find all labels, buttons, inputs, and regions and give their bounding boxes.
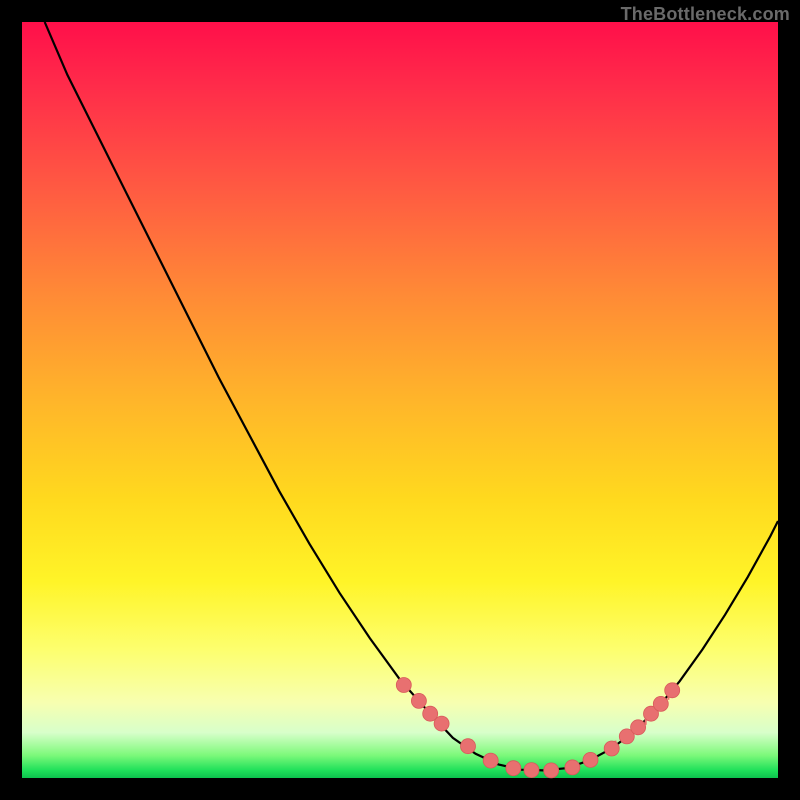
curve-svg (22, 22, 778, 778)
marker-dot (483, 753, 498, 768)
marker-dot (631, 720, 646, 735)
watermark-text: TheBottleneck.com (621, 4, 790, 25)
bottleneck-curve (45, 22, 778, 770)
marker-dot (396, 678, 411, 693)
marker-dot (461, 739, 476, 754)
marker-dots (396, 678, 679, 778)
marker-dot (653, 696, 668, 711)
marker-dot (506, 761, 521, 776)
marker-dot (524, 763, 539, 778)
marker-dot (604, 741, 619, 756)
marker-dot (544, 763, 559, 778)
marker-dot (665, 683, 680, 698)
marker-dot (565, 760, 580, 775)
chart-frame: TheBottleneck.com (0, 0, 800, 800)
marker-dot (583, 752, 598, 767)
plot-area (22, 22, 778, 778)
marker-dot (434, 716, 449, 731)
marker-dot (411, 693, 426, 708)
